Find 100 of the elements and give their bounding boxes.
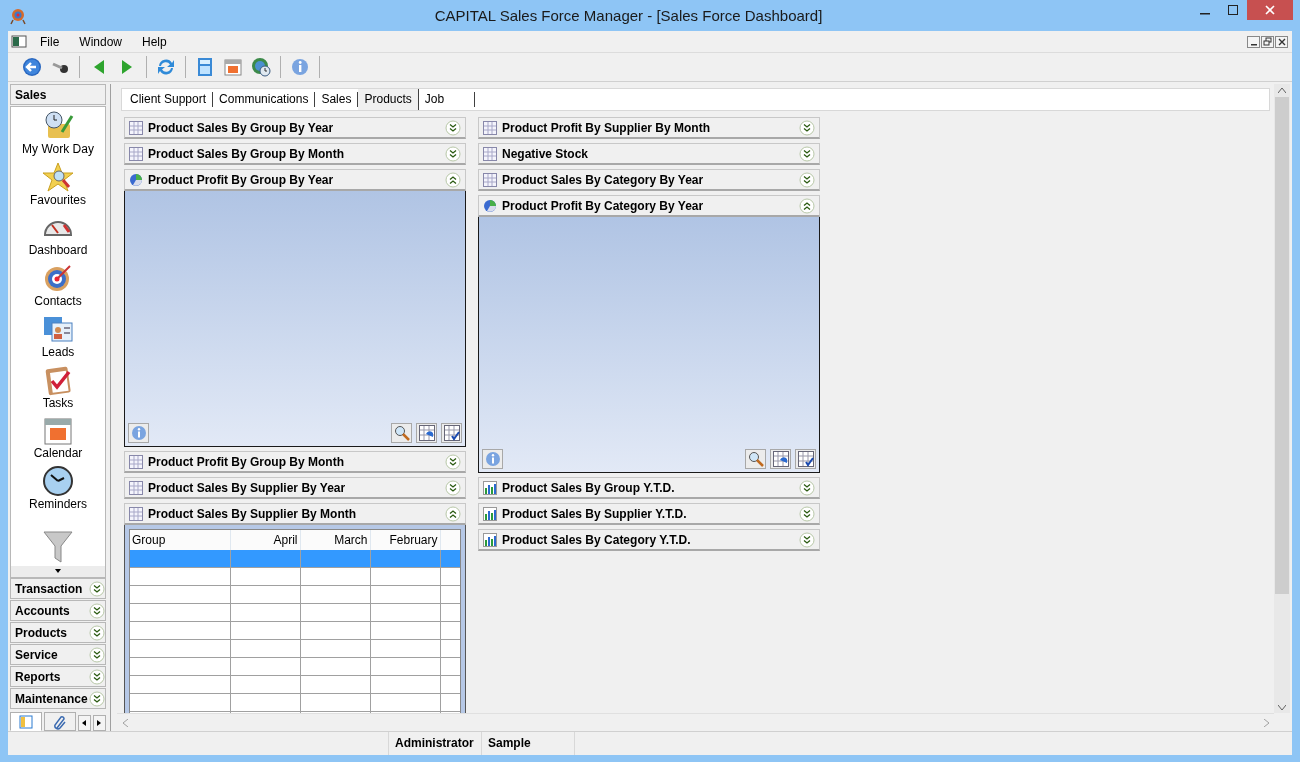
sidebar-item[interactable]: Contacts: [34, 259, 82, 311]
group-label: Products: [15, 625, 68, 640]
expand-icon: [89, 668, 105, 685]
expand-button[interactable]: [89, 668, 105, 685]
info-icon: [289, 56, 311, 78]
expand-button[interactable]: [89, 690, 105, 707]
expand-button[interactable]: [89, 580, 105, 597]
column-header[interactable]: April: [230, 530, 300, 550]
expand-icon: [89, 646, 105, 663]
collapse-icon: [799, 197, 815, 214]
collapse-button[interactable]: [799, 197, 815, 214]
info-icon: [130, 425, 147, 441]
panel-title: Product Sales By Category Y.T.D.: [502, 532, 692, 547]
sidebar-group-header[interactable]: Reports: [10, 666, 106, 687]
globe-clock-icon: [250, 56, 272, 78]
menu-item[interactable]: Help: [132, 34, 177, 49]
expand-button[interactable]: [445, 479, 461, 496]
globe-clock-button[interactable]: [249, 55, 273, 79]
collapse-button[interactable]: [445, 505, 461, 522]
scrollbar-thumb[interactable]: [1275, 97, 1289, 594]
expand-button[interactable]: [799, 119, 815, 136]
panel-title: Negative Stock: [502, 146, 590, 161]
sidebar-item[interactable]: Tasks: [42, 360, 74, 412]
status-text: Administrator: [389, 732, 482, 755]
sidebar-item[interactable]: My Work Day: [22, 107, 94, 158]
collapse-button[interactable]: [445, 171, 461, 188]
table-row[interactable]: [130, 675, 460, 694]
sidebar-item[interactable]: Leads: [41, 310, 75, 361]
expand-button[interactable]: [799, 479, 815, 496]
grid-swap-button[interactable]: [416, 423, 437, 443]
calendar-icon: [222, 56, 244, 78]
sidebar-item[interactable]: Reminders: [29, 462, 87, 514]
maximize-icon: [1228, 5, 1238, 15]
panel-title: Product Profit By Supplier By Month: [502, 120, 711, 135]
zoom-button[interactable]: [745, 449, 766, 469]
expand-icon: [445, 119, 461, 136]
column-header[interactable]: Group: [130, 530, 230, 550]
scroll-down-icon[interactable]: [55, 569, 61, 574]
close-button[interactable]: [1275, 35, 1288, 48]
back-icon: [21, 56, 43, 78]
table-row[interactable]: [130, 657, 460, 676]
panel-title: Product Profit By Group By Month: [148, 454, 345, 469]
menu-item[interactable]: Window: [69, 34, 133, 49]
expand-button[interactable]: [445, 145, 461, 162]
attachments-icon: [51, 713, 68, 730]
tab[interactable]: Products: [358, 89, 419, 110]
expand-button[interactable]: [89, 624, 105, 641]
info-icon: [484, 451, 501, 467]
table-row[interactable]: [130, 567, 460, 586]
status-text: Sample: [482, 732, 575, 755]
expand-button[interactable]: [89, 602, 105, 619]
sidebar-group-header[interactable]: Maintenance: [10, 688, 106, 709]
grid-swap-button[interactable]: [770, 449, 791, 469]
expand-icon: [89, 624, 105, 641]
column-header[interactable]: March: [300, 530, 370, 550]
restore-button[interactable]: [1261, 35, 1274, 48]
table-row[interactable]: [130, 585, 460, 604]
zoom-icon: [747, 451, 764, 467]
sidebar-group-header[interactable]: Sales: [10, 84, 106, 105]
table-row[interactable]: [130, 621, 460, 640]
group-label: Transaction: [15, 581, 84, 596]
sidebar-item[interactable]: Favourites: [30, 157, 86, 209]
expand-button[interactable]: [799, 171, 815, 188]
star-magnifier-icon: [42, 160, 74, 193]
grid-check-button[interactable]: [795, 449, 816, 469]
scroll-left-icon: [122, 718, 128, 727]
back-button[interactable]: [20, 55, 44, 79]
scroll-right-icon: [97, 720, 102, 726]
scroll-right-button[interactable]: [92, 715, 106, 731]
minimize-button[interactable]: [1247, 35, 1260, 48]
zoom-button[interactable]: [391, 423, 412, 443]
sidebar-group-header[interactable]: Service: [10, 644, 106, 665]
grid-check-button[interactable]: [441, 423, 462, 443]
info-button[interactable]: [128, 423, 149, 443]
expand-button[interactable]: [445, 453, 461, 470]
info-button[interactable]: [482, 449, 503, 469]
sidebar-group-header[interactable]: Transaction: [10, 578, 106, 599]
expand-button[interactable]: [89, 646, 105, 663]
sidebar-group-header[interactable]: Accounts: [10, 600, 106, 621]
panel-title: Product Sales By Supplier By Year: [148, 480, 347, 495]
expand-button[interactable]: [799, 531, 815, 548]
column-header[interactable]: February: [370, 530, 440, 550]
scroll-left-button[interactable]: [77, 715, 91, 731]
attachments-tab[interactable]: [43, 712, 76, 731]
table-row[interactable]: [130, 603, 460, 622]
window-icon: [8, 33, 30, 50]
expand-button[interactable]: [445, 119, 461, 136]
table-row[interactable]: [130, 693, 460, 712]
table-row[interactable]: [130, 639, 460, 658]
sidebar-item[interactable]: Dashboard: [28, 208, 88, 260]
scroll-left-icon: [82, 720, 87, 726]
panel-title: Product Profit By Category By Year: [502, 198, 705, 213]
expand-button[interactable]: [799, 505, 815, 522]
sidebar-item[interactable]: Calendar: [33, 411, 83, 463]
target-icon: [10, 6, 26, 25]
sidebar-group-header[interactable]: Products: [10, 622, 106, 643]
expand-icon: [445, 145, 461, 162]
expand-button[interactable]: [799, 145, 815, 162]
menu-item[interactable]: File: [30, 34, 70, 49]
expand-icon: [89, 690, 105, 707]
